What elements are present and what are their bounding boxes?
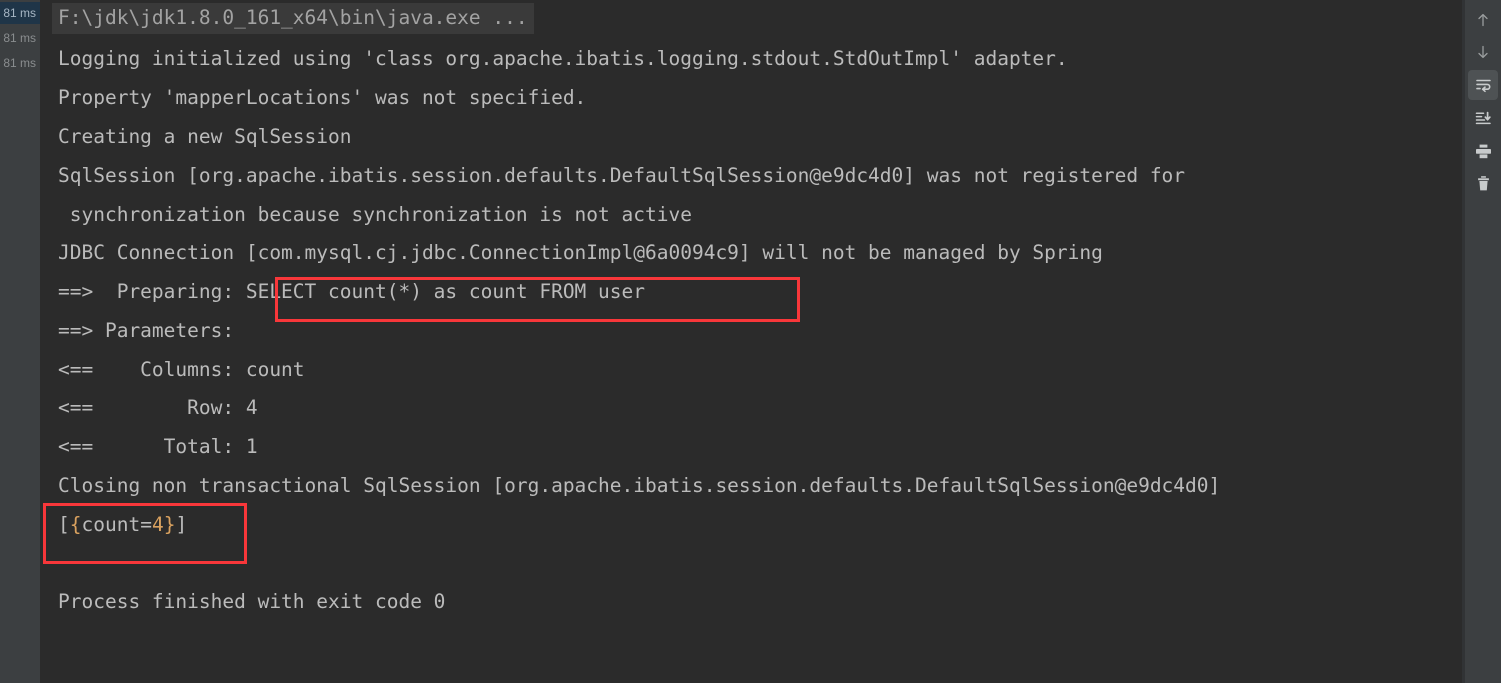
console-line: <== Total: 1: [58, 435, 258, 458]
console-line: Property 'mapperLocations' was not speci…: [58, 86, 587, 109]
gutter-timing-label: 81 ms: [3, 31, 36, 45]
clear-all-button[interactable]: [1468, 168, 1498, 198]
console-line: <== Columns: count: [58, 358, 305, 381]
scroll-up-button[interactable]: [1468, 5, 1498, 35]
arrow-down-icon: [1475, 44, 1491, 60]
printer-icon: [1475, 143, 1492, 160]
trash-icon: [1475, 175, 1492, 192]
console-line: Process finished with exit code 0: [58, 590, 446, 613]
console-line-sql-preparing: ==> Preparing: SELECT count(*) as count …: [58, 280, 645, 303]
scroll-to-end-button[interactable]: [1468, 103, 1498, 133]
console-line-result: [{count=4}]: [58, 513, 188, 536]
console-line: synchronization because synchronization …: [58, 203, 692, 226]
gutter-timing-row: 81 ms: [0, 27, 40, 49]
run-console-window: 81 ms 81 ms 81 ms F:\jdk\jdk1.8.0_161_x6…: [0, 0, 1501, 683]
console-line: SqlSession [org.apache.ibatis.session.de…: [58, 164, 1186, 187]
gutter-timing-label: 81 ms: [3, 56, 36, 70]
console-command-line: F:\jdk\jdk1.8.0_161_x64\bin\java.exe ...: [52, 3, 534, 34]
scroll-down-button[interactable]: [1468, 37, 1498, 67]
arrow-up-icon: [1475, 12, 1491, 28]
console-line: <== Row: 4: [58, 396, 258, 419]
gutter-timing-label: 81 ms: [3, 6, 36, 20]
console-line: ==> Parameters:: [58, 319, 235, 342]
console-output-area[interactable]: F:\jdk\jdk1.8.0_161_x64\bin\java.exe ...…: [40, 0, 1465, 683]
gutter-timing-row: 81 ms: [0, 52, 40, 74]
console-line: Closing non transactional SqlSession [or…: [58, 474, 1221, 497]
soft-wrap-icon: [1475, 77, 1492, 94]
console-toolbar: [1465, 0, 1501, 683]
print-button[interactable]: [1468, 136, 1498, 166]
console-line: JDBC Connection [com.mysql.cj.jdbc.Conne…: [58, 241, 1103, 264]
soft-wrap-button[interactable]: [1468, 70, 1498, 100]
console-line: Creating a new SqlSession: [58, 125, 352, 148]
gutter-timing-row: 81 ms: [0, 2, 40, 24]
console-line: Logging initialized using 'class org.apa…: [58, 47, 1068, 70]
scroll-to-end-icon: [1475, 110, 1492, 127]
timing-gutter: 81 ms 81 ms 81 ms: [0, 0, 40, 683]
